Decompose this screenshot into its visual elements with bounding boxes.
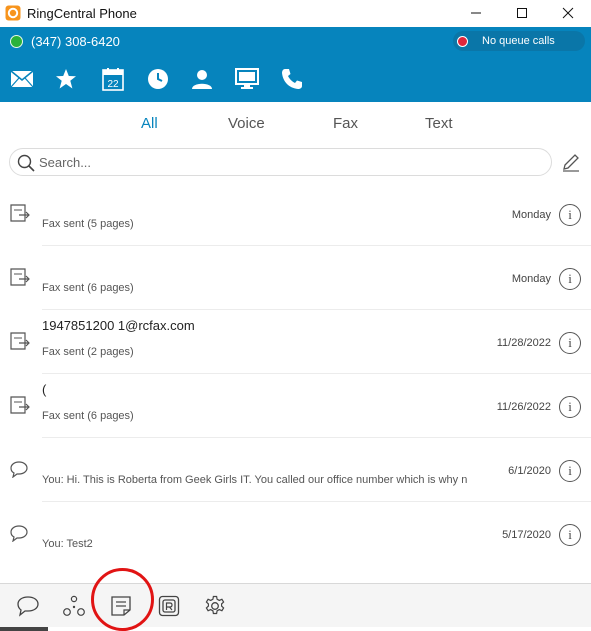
message-date: 11/28/2022: [496, 337, 551, 349]
message-preview: Fax sent (6 pages): [42, 282, 134, 294]
settings-icon[interactable]: [203, 594, 227, 618]
message-preview: You: Hi. This is Roberta from Geek Girls…: [42, 474, 468, 486]
minimize-icon: [471, 12, 481, 14]
message-contact: 1947851200 1@rcfax.com: [42, 318, 195, 333]
text-message-icon: [10, 461, 28, 478]
queue-status-dot: [457, 35, 468, 47]
list-item[interactable]: Fax sent (5 pages) Monday i: [0, 182, 591, 246]
title-bar: RingCentral Phone: [0, 0, 591, 26]
list-item[interactable]: ( Fax sent (6 pages) 11/26/2022 i: [0, 374, 591, 438]
phone-icon[interactable]: [280, 67, 304, 91]
info-icon[interactable]: i: [559, 396, 581, 418]
message-date: 6/1/2020: [508, 465, 551, 477]
ringcentral-logo-icon: [5, 5, 21, 21]
list-item[interactable]: 1947851200 1@rcfax.com Fax sent (2 pages…: [0, 310, 591, 374]
tab-fax[interactable]: Fax: [333, 115, 358, 132]
search-input[interactable]: [39, 153, 539, 172]
history-icon[interactable]: [146, 67, 170, 91]
rc-app-icon[interactable]: [157, 594, 181, 618]
compose-icon[interactable]: [561, 152, 581, 172]
favorites-icon[interactable]: [54, 67, 78, 91]
message-contact: (: [42, 382, 47, 397]
maximize-button[interactable]: [499, 0, 545, 26]
fax-icon: [10, 396, 30, 414]
info-icon[interactable]: i: [559, 332, 581, 354]
tab-voice[interactable]: Voice: [228, 115, 265, 132]
info-icon[interactable]: i: [559, 204, 581, 226]
fax-icon: [10, 204, 30, 222]
close-icon: [562, 7, 574, 19]
minimize-button[interactable]: [453, 0, 499, 26]
message-preview: Fax sent (2 pages): [42, 346, 134, 358]
filter-tabs: All Voice Fax Text: [0, 103, 591, 143]
main-nav: 22: [0, 55, 591, 102]
list-item[interactable]: Fax sent (6 pages) Monday i: [0, 246, 591, 310]
info-icon[interactable]: i: [559, 268, 581, 290]
tab-text[interactable]: Text: [425, 115, 453, 132]
queue-status-toggle[interactable]: No queue calls: [453, 31, 585, 51]
message-date: 5/17/2020: [502, 529, 551, 541]
search-box: [9, 148, 552, 176]
text-message-icon: [10, 525, 28, 542]
calendar-day: 22: [107, 79, 119, 90]
message-list: Fax sent (5 pages) Monday i Fax sent (6 …: [0, 182, 591, 582]
meetings-icon[interactable]: [234, 67, 260, 91]
contacts-icon[interactable]: [190, 67, 214, 91]
search-icon: [17, 154, 35, 172]
glip-icon[interactable]: [62, 594, 86, 618]
messages-icon[interactable]: [10, 67, 34, 91]
close-button[interactable]: [545, 0, 591, 26]
list-item[interactable]: You: Test2 5/17/2020 i: [0, 502, 591, 566]
phone-number: (347) 308-6420: [31, 33, 120, 49]
message-preview: Fax sent (5 pages): [42, 218, 134, 230]
window-title: RingCentral Phone: [27, 5, 137, 21]
status-bar: (347) 308-6420 No queue calls: [0, 27, 591, 55]
message-date: 11/26/2022: [496, 401, 551, 413]
bottom-nav: [0, 583, 591, 627]
presence-indicator[interactable]: [10, 34, 23, 48]
message-preview: Fax sent (6 pages): [42, 410, 134, 422]
message-date: Monday: [511, 209, 551, 221]
chat-icon[interactable]: [16, 594, 40, 618]
calendar-icon[interactable]: 22: [101, 67, 125, 91]
fax-icon: [10, 268, 30, 286]
scroll-indicator: [0, 627, 48, 631]
info-icon[interactable]: i: [559, 524, 581, 546]
maximize-icon: [517, 8, 527, 18]
window-controls: [453, 0, 591, 26]
message-preview: You: Test2: [42, 538, 93, 550]
highlight-annotation: [91, 568, 154, 631]
queue-status-label: No queue calls: [482, 35, 555, 47]
list-item[interactable]: You: Hi. This is Roberta from Geek Girls…: [0, 438, 591, 502]
fax-icon: [10, 332, 30, 350]
info-icon[interactable]: i: [559, 460, 581, 482]
message-date: Monday: [511, 273, 551, 285]
tab-all[interactable]: All: [141, 115, 158, 132]
